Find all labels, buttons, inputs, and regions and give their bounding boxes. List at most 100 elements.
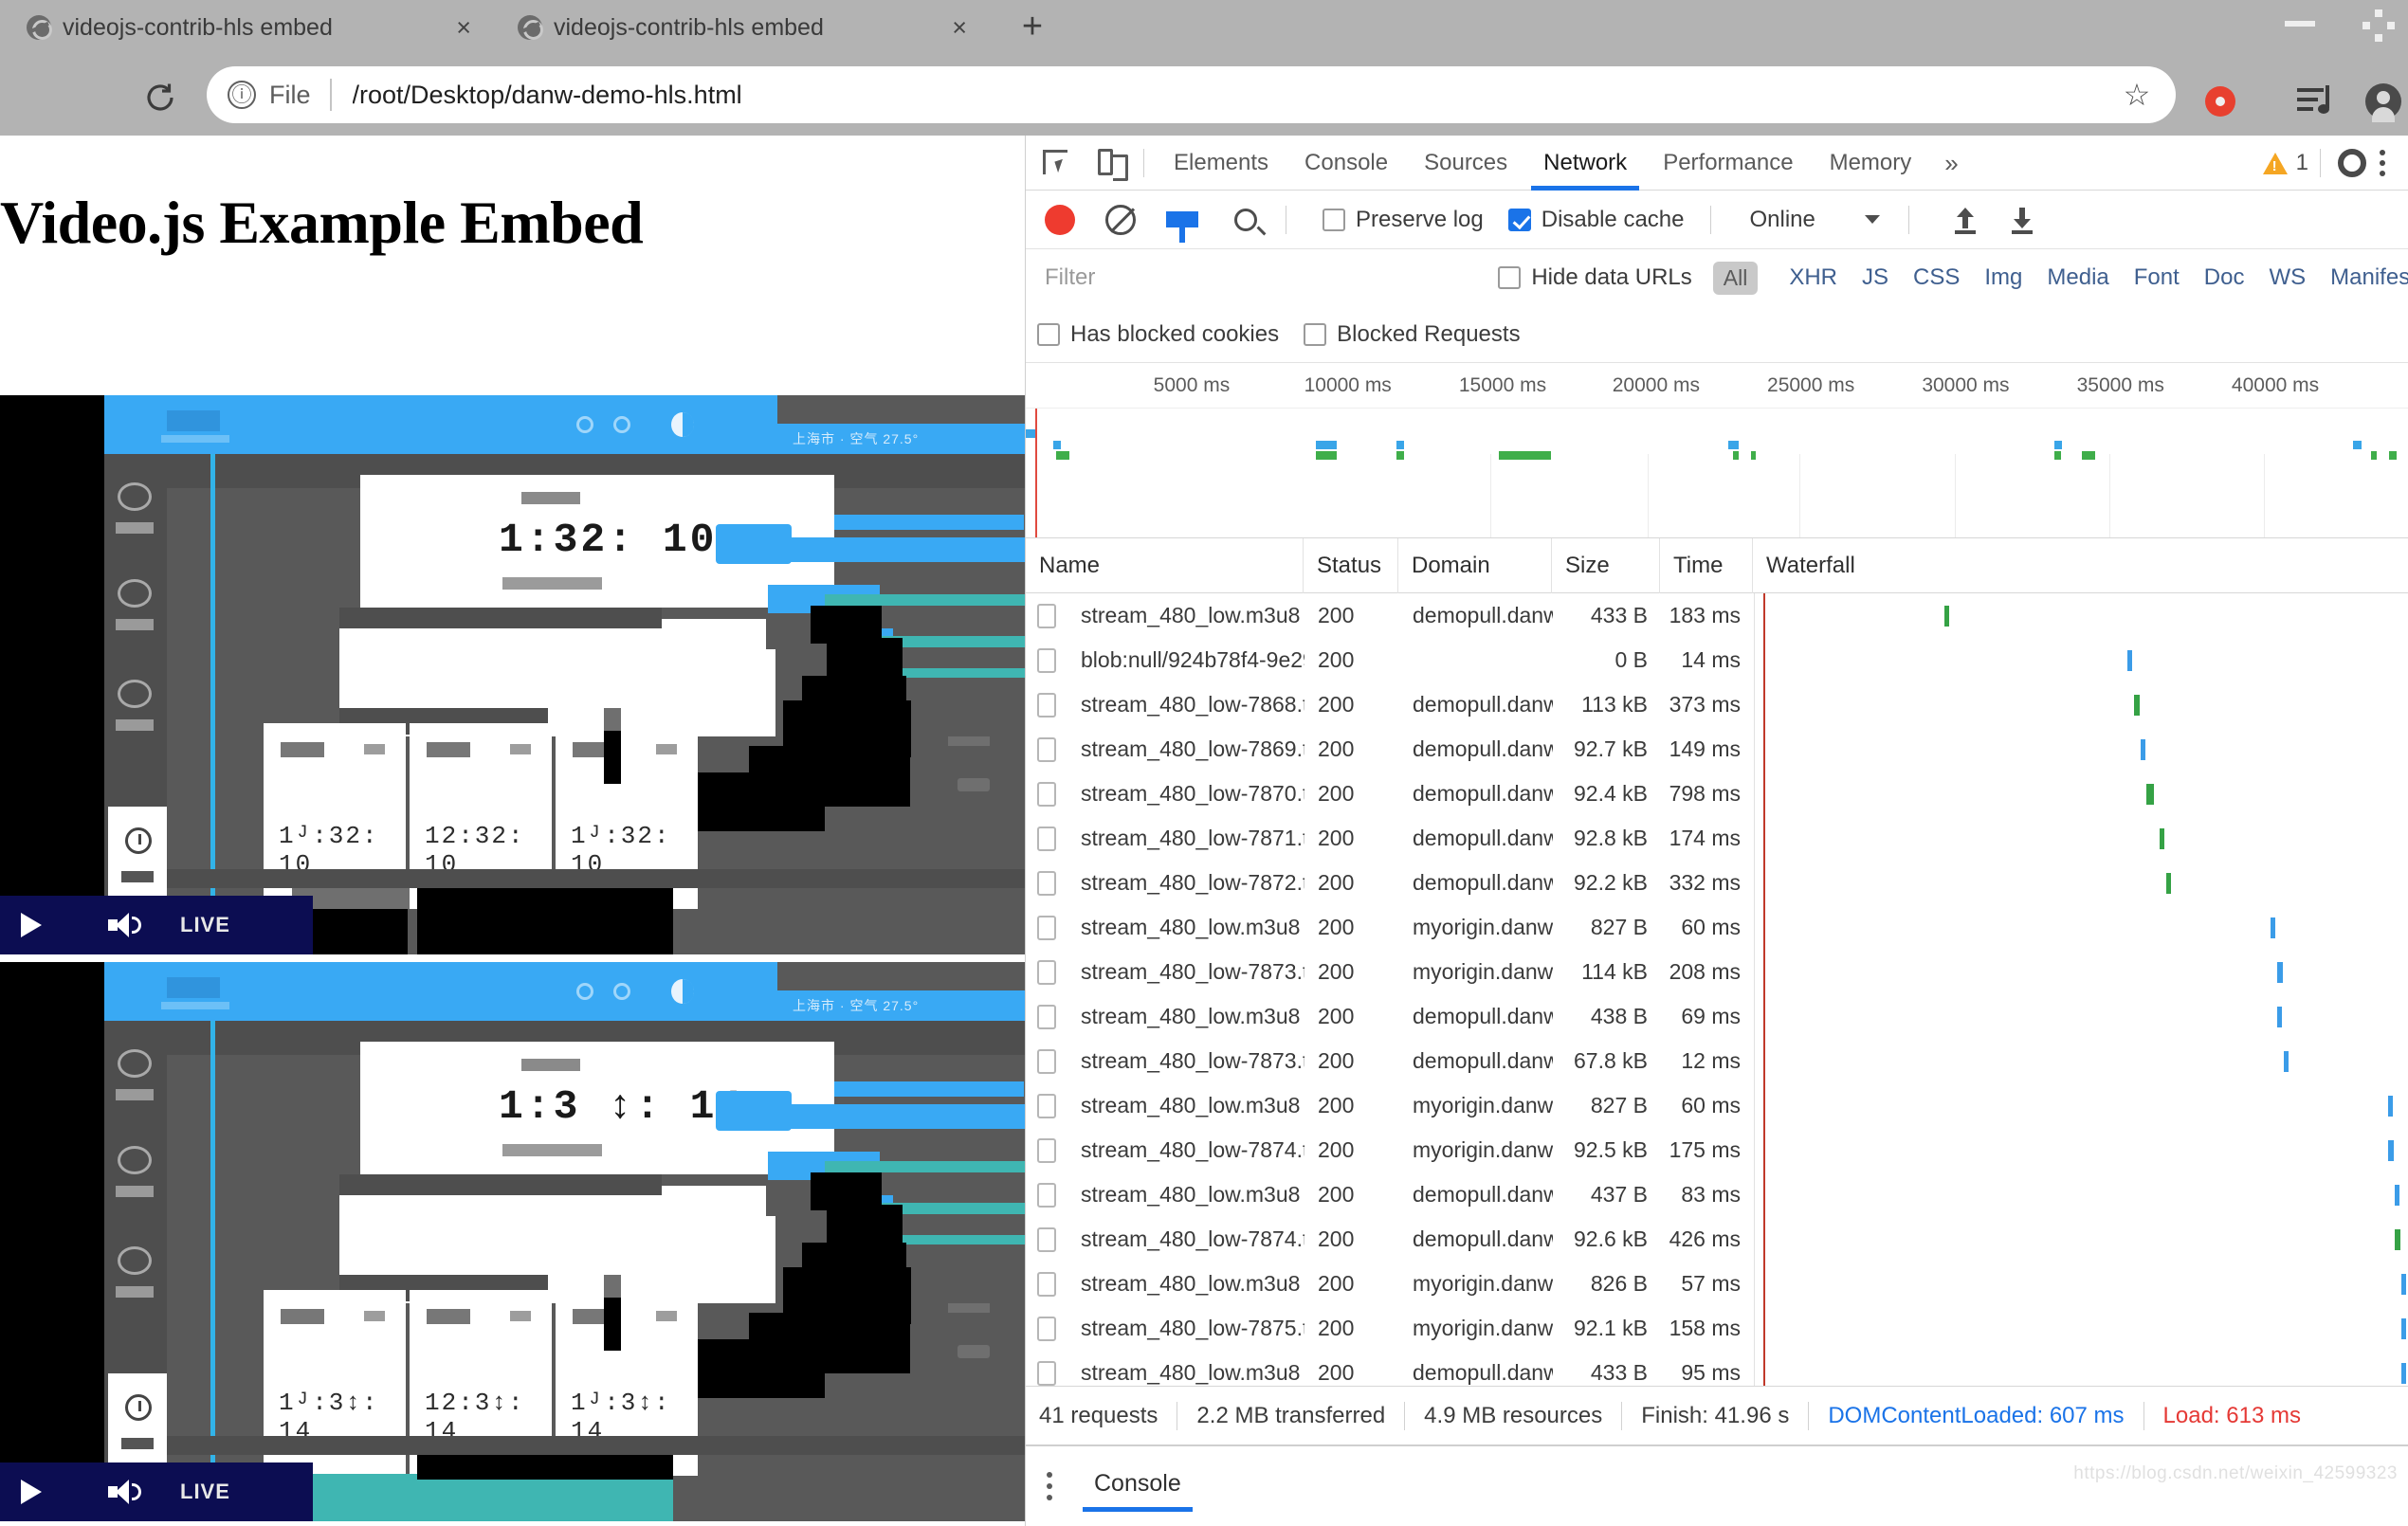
more-panels-button[interactable]: »: [1929, 136, 1973, 191]
close-icon[interactable]: ×: [944, 14, 975, 41]
media-playlist-icon[interactable]: [2297, 85, 2339, 118]
kebab-menu-icon[interactable]: [2380, 150, 2389, 176]
table-row[interactable]: blob:null/924b78f4-9e29-4626-b... 200 0 B 1…: [1026, 638, 2408, 682]
chevron-down-icon[interactable]: [1864, 215, 1880, 224]
filter-input[interactable]: Filter: [1045, 264, 1095, 291]
tab-performance[interactable]: Performance: [1645, 136, 1811, 191]
play-icon[interactable]: [21, 1480, 42, 1504]
table-row[interactable]: stream_480_low-7869.ts 200 demopull.danw..…: [1026, 727, 2408, 772]
profile-avatar-icon[interactable]: [2365, 83, 2401, 122]
preserve-log-checkbox[interactable]: [1323, 208, 1345, 231]
video-player-2[interactable]: 上海市 · 空气 27.5° 1:3 ↕: 14 1ᴶ:3↕: 14 12:3↕…: [0, 962, 1025, 1521]
play-icon[interactable]: [21, 913, 42, 937]
filter-type-font[interactable]: Font: [2122, 264, 2192, 291]
filter-type-manifest[interactable]: Manifest: [2318, 264, 2408, 291]
filter-type-xhr[interactable]: XHR: [1777, 264, 1850, 291]
hide-data-urls-checkbox[interactable]: [1498, 266, 1522, 289]
tab-memory[interactable]: Memory: [1812, 136, 1930, 191]
device-toolbar-icon[interactable]: [1088, 144, 1132, 182]
column-header-domain[interactable]: Domain: [1397, 537, 1551, 593]
new-tab-button[interactable]: +: [1012, 8, 1052, 47]
gear-icon[interactable]: [2338, 149, 2366, 177]
request-type-icon: [1037, 870, 1056, 896]
import-har-icon[interactable]: [1953, 206, 1978, 234]
table-row[interactable]: stream_480_low-7868.ts 200 demopull.danw..…: [1026, 682, 2408, 727]
video-control-bar[interactable]: LIVE: [0, 896, 313, 954]
export-har-icon[interactable]: [2010, 206, 2034, 234]
disable-cache-checkbox[interactable]: [1507, 208, 1531, 231]
reload-icon[interactable]: [144, 82, 176, 114]
column-header-size[interactable]: Size: [1551, 537, 1659, 593]
tab-elements[interactable]: Elements: [1156, 136, 1286, 191]
column-header-time[interactable]: Time: [1659, 537, 1752, 593]
tab-console[interactable]: Console: [1286, 136, 1406, 191]
column-header-waterfall[interactable]: Waterfall: [1752, 537, 2408, 593]
warning-count[interactable]: 1: [2296, 150, 2308, 176]
filter-type-img[interactable]: Img: [1972, 264, 2034, 291]
hide-data-urls-toggle[interactable]: Hide data URLs: [1498, 264, 1692, 291]
network-overview-chart[interactable]: 5000 ms 10000 ms 15000 ms 20000 ms 25000…: [1026, 363, 2408, 538]
extension-icon[interactable]: [2205, 86, 2235, 117]
search-icon[interactable]: [1234, 208, 1257, 231]
inspect-element-icon[interactable]: [1035, 144, 1079, 182]
page-viewport: Video.js Example Embed 上海市 · 空气 27.5° 1:…: [0, 136, 1025, 1526]
video-control-bar[interactable]: LIVE: [0, 1462, 313, 1521]
blocked-requests-checkbox[interactable]: [1304, 322, 1327, 346]
has-blocked-cookies-checkbox[interactable]: [1037, 322, 1060, 346]
column-header-status[interactable]: Status: [1303, 537, 1397, 593]
table-row[interactable]: stream_480_low-7871.ts 200 demopull.danw..…: [1026, 816, 2408, 861]
minimize-icon[interactable]: [2285, 21, 2315, 27]
table-row[interactable]: stream_480_low.m3u8 200 demopull.danw... 43…: [1026, 1172, 2408, 1217]
browser-tab-2[interactable]: videojs-contrib-hls embed ×: [501, 0, 984, 55]
record-icon[interactable]: [1045, 204, 1075, 235]
table-row[interactable]: stream_480_low-7874.ts 200 demopull.danw..…: [1026, 1217, 2408, 1262]
filter-type-media[interactable]: Media: [2034, 264, 2121, 291]
close-icon[interactable]: ×: [448, 14, 479, 41]
disable-cache-toggle[interactable]: Disable cache: [1507, 207, 1684, 233]
request-waterfall-bar: [2388, 1096, 2394, 1117]
filter-type-doc[interactable]: Doc: [2192, 264, 2257, 291]
table-row[interactable]: stream_480_low-7875.ts 200 myorigin.danw..…: [1026, 1306, 2408, 1351]
filter-type-ws[interactable]: WS: [2256, 264, 2318, 291]
filter-icon[interactable]: [1166, 211, 1198, 243]
volume-icon[interactable]: [108, 1480, 141, 1504]
request-name: stream_480_low-7868.ts: [1081, 692, 1304, 717]
table-row[interactable]: stream_480_low-7873.ts 200 myorigin.danw..…: [1026, 950, 2408, 994]
table-row[interactable]: stream_480_low.m3u8 200 myorigin.danw... 82…: [1026, 1262, 2408, 1306]
window-menu-icon[interactable]: [2362, 9, 2395, 42]
preserve-log-toggle[interactable]: Preserve log: [1323, 207, 1484, 233]
filter-type-js[interactable]: JS: [1850, 264, 1901, 291]
blocked-requests-toggle[interactable]: Blocked Requests: [1304, 321, 1521, 348]
site-info-icon[interactable]: ⓘ: [228, 81, 256, 109]
table-row[interactable]: stream_480_low.m3u8 200 myorigin.danw... 82…: [1026, 905, 2408, 950]
url-scheme-label: File: [269, 80, 311, 109]
table-row[interactable]: stream_480_low-7872.ts 200 demopull.danw..…: [1026, 861, 2408, 905]
clear-icon[interactable]: [1105, 204, 1136, 235]
table-row[interactable]: stream_480_low.m3u8 200 myorigin.danw... 82…: [1026, 1083, 2408, 1128]
filter-type-css[interactable]: CSS: [1901, 264, 1972, 291]
has-blocked-cookies-toggle[interactable]: Has blocked cookies: [1037, 321, 1279, 348]
table-row[interactable]: stream_480_low.m3u8 200 demopull.danw... 43…: [1026, 994, 2408, 1039]
address-bar[interactable]: ⓘ File /root/Desktop/danw-demo-hls.html …: [207, 66, 2176, 123]
live-indicator[interactable]: LIVE: [180, 913, 230, 937]
table-row[interactable]: stream_480_low-7870.ts 200 demopull.danw..…: [1026, 772, 2408, 816]
tab-network[interactable]: Network: [1525, 136, 1645, 191]
live-indicator[interactable]: LIVE: [180, 1480, 230, 1504]
drawer-menu-icon[interactable]: [1047, 1472, 1056, 1500]
table-row[interactable]: stream_480_low.m3u8 200 demopull.danw... 43…: [1026, 593, 2408, 638]
request-status: 200: [1318, 781, 1355, 806]
throttle-select[interactable]: Online: [1749, 207, 1815, 233]
table-row[interactable]: stream_480_low-7874.ts 200 myorigin.danw..…: [1026, 1128, 2408, 1172]
browser-tab-1[interactable]: videojs-contrib-hls embed ×: [9, 0, 488, 55]
filter-type-all[interactable]: All: [1712, 261, 1759, 295]
volume-icon[interactable]: [108, 913, 141, 937]
request-domain: demopull.danw...: [1413, 1048, 1553, 1073]
table-row[interactable]: stream_480_low-7873.ts 200 demopull.danw..…: [1026, 1039, 2408, 1083]
column-header-name[interactable]: Name: [1026, 538, 1303, 593]
tab-sources[interactable]: Sources: [1406, 136, 1525, 191]
drawer-tab-console[interactable]: Console: [1079, 1445, 1196, 1526]
request-waterfall-cell: [1754, 816, 2408, 861]
video-player-1[interactable]: 上海市 · 空气 27.5° 1:32: 10 1ᴶ:32: 10 12:32:…: [0, 395, 1025, 954]
summary-load: Load: 613 ms: [2162, 1402, 2301, 1428]
bookmark-star-icon[interactable]: ☆: [2121, 79, 2153, 111]
